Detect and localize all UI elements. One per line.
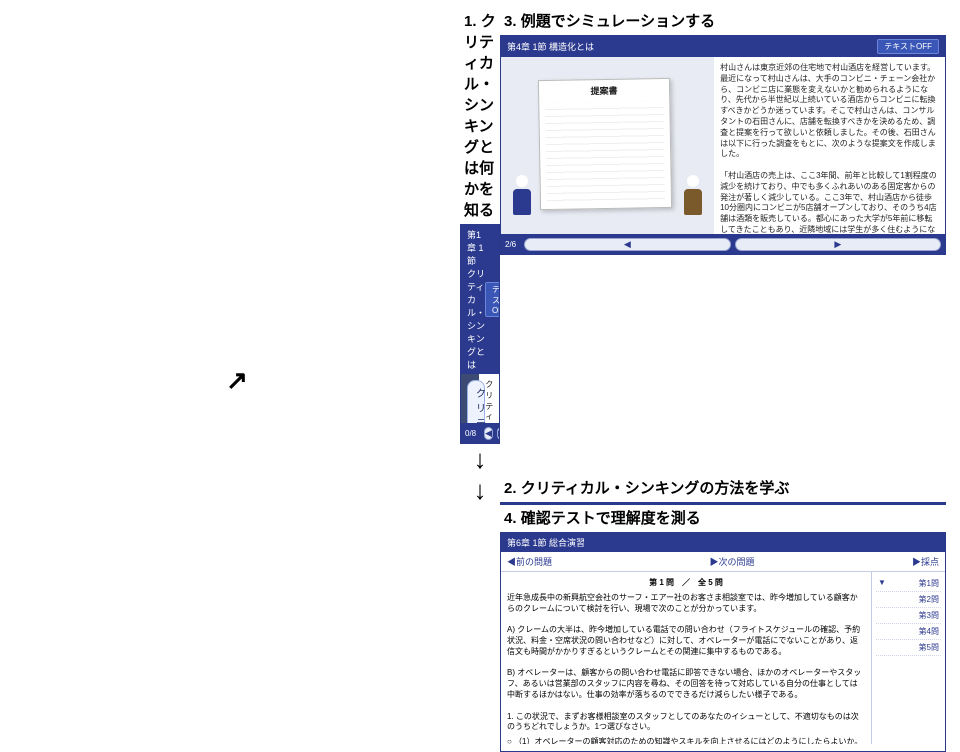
panel-1: 第1章 1節 クリティカル・シンキングとは テキストOFF クリティカル・シンキ… [460,224,500,444]
panel3-text: 村山さんは東京近郊の住宅地で村山酒店を経営しています。最近になって村山さんは、大… [714,57,945,235]
page-indicator: 0/8 [465,429,476,438]
question-nav-sidebar: ▼第1問 第2問 第3問 第4問 第5問 [871,572,945,744]
q-nav-item[interactable]: 第4問 [876,624,941,640]
score-link[interactable]: ▶採点 [912,555,939,568]
person-icon [507,171,537,223]
step3-title: 3. 例題でシミュレーションする [504,10,946,31]
proposal-paper: 提案書 [538,78,672,210]
step2-title: 2. クリティカル・シンキングの方法を学ぶ [504,477,946,498]
text-off-button[interactable]: テキストOFF [877,39,939,54]
prev-question-link[interactable]: ◀前の問題 [507,555,552,568]
q-nav-item[interactable]: 第5問 [876,640,941,656]
step1-title: 1. クリティカル・シンキングとは何かを知る [464,10,500,220]
prev-button[interactable]: ◀ [484,427,493,440]
flow-arrow-up: ↗ [14,365,460,396]
next-button[interactable]: ▶ [497,427,500,440]
q-nav-item[interactable]: ▼第1問 [876,576,941,592]
flow-arrow-down: ↓ [460,444,500,475]
next-button[interactable]: ▶ [735,238,941,251]
person-icon [678,171,708,223]
q-nav-item[interactable]: 第3問 [876,608,941,624]
panel4-titlebar: 第6章 1節 総合演習 [501,533,945,552]
next-question-link[interactable]: ▶次の問題 [709,555,754,568]
step4-title: 4. 確認テストで理解度を測る [504,507,946,528]
quiz-option[interactable]: ○ （1）オペレーターの顧客対応のための知識やスキルを向上させるにはどのようにし… [507,737,862,744]
text-off-button[interactable]: テキストOFF [485,282,500,317]
panel3-titlebar: 第4章 1節 構造化とは テキストOFF [501,36,945,57]
panel1-titlebar: 第1章 1節 クリティカル・シンキングとは テキストOFF [461,225,499,374]
panel-2: 第2章 1節 イシューとは テキストOFF イシュー ＝ 今何を考えるべきか、現… [500,502,946,505]
flow-arrow-down: ↓ [460,475,500,505]
q-nav-item[interactable]: 第2問 [876,592,941,608]
panel-3: 第4章 1節 構造化とは テキストOFF 提案書 村山さんは東京近郊の住宅地で村… [500,35,946,255]
question-body: 第 1 問 ／ 全 5 問 近年急成長中の新興航空会社のサーフ・エアー社のお客さ… [501,572,871,744]
prev-button[interactable]: ◀ [524,238,730,251]
panel-4: 第6章 1節 総合演習 ◀前の問題 ▶次の問題 ▶採点 第 1 問 ／ 全 5 … [500,532,946,752]
page-indicator: 2/6 [505,240,516,249]
